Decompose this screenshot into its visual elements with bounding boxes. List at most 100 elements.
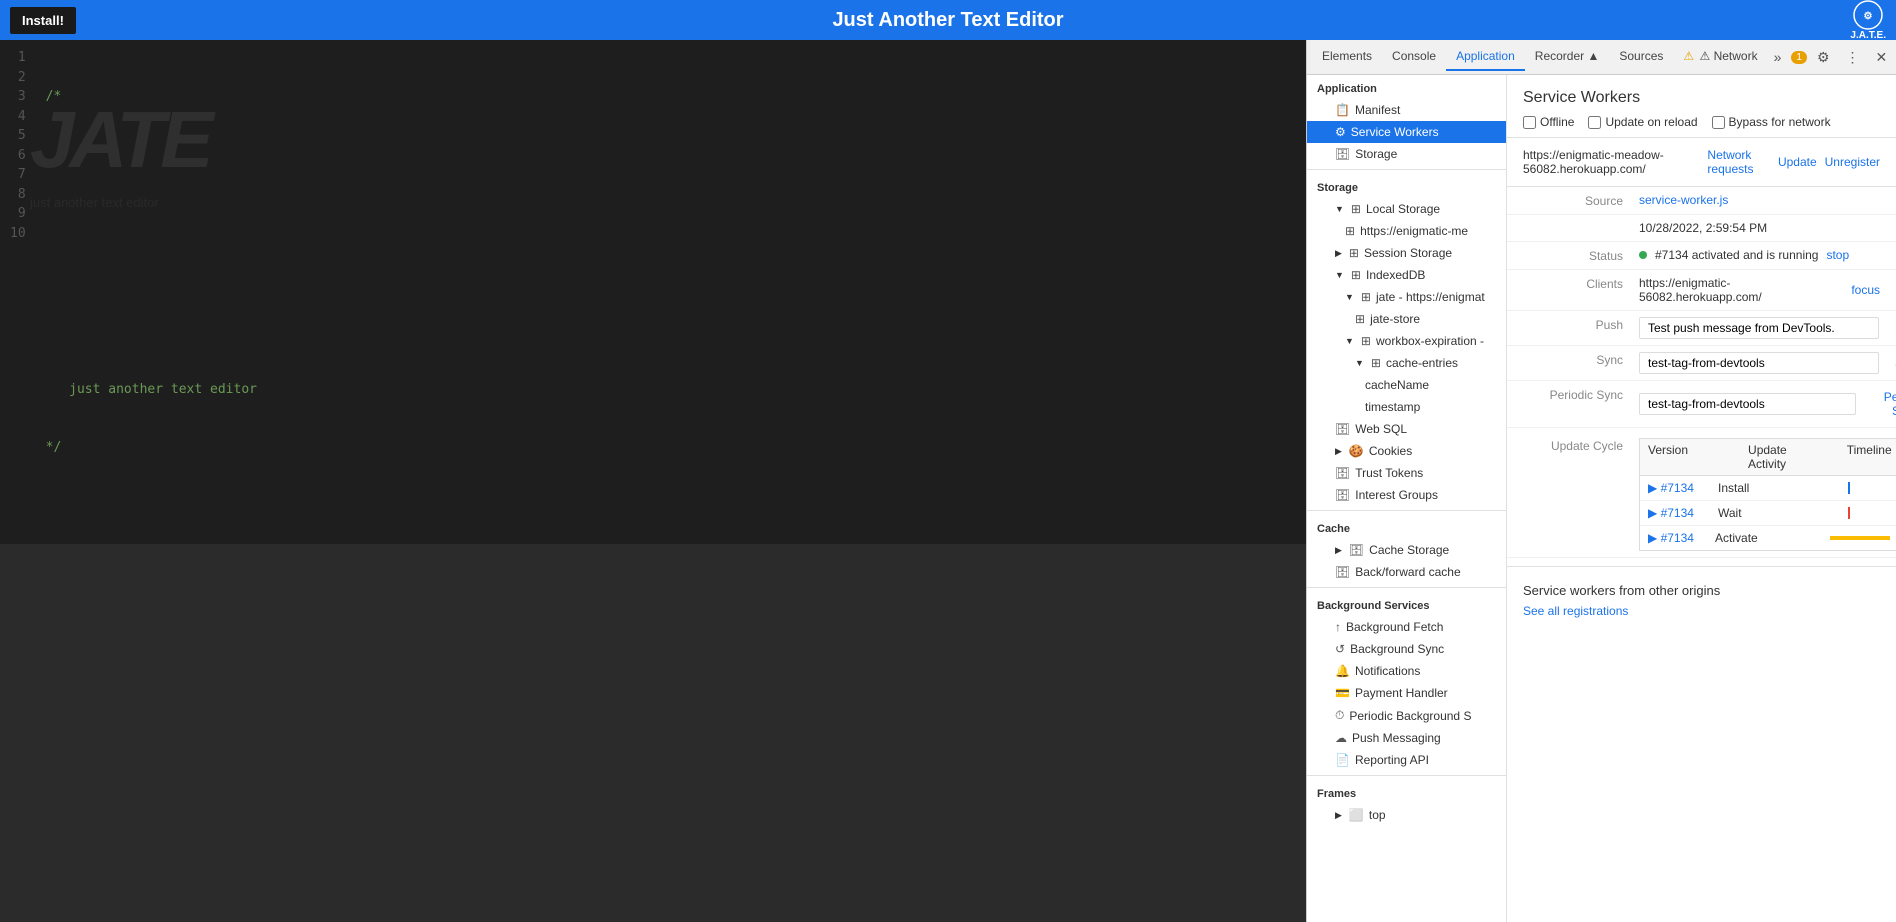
- uc-activity-install: Install: [1718, 481, 1838, 495]
- sidebar-item-jate[interactable]: ▼ ⊞ jate - https://enigmat: [1307, 286, 1506, 308]
- sidebar-item-local-storage[interactable]: ▼ ⊞ Local Storage: [1307, 198, 1506, 220]
- settings-button[interactable]: ⚙: [1811, 45, 1836, 70]
- manifest-icon: 📋: [1335, 103, 1350, 117]
- sidebar-item-payment-handler[interactable]: 💳 Payment Handler: [1307, 682, 1506, 704]
- sidebar-item-manifest[interactable]: 📋 Manifest: [1307, 99, 1506, 121]
- update-on-reload-checkbox[interactable]: [1588, 116, 1601, 129]
- unregister-link[interactable]: Unregister: [1825, 155, 1880, 169]
- sidebar-item-trust-tokens[interactable]: 🗄 Trust Tokens: [1307, 462, 1506, 484]
- sidebar-item-cache-entries[interactable]: ▼ ⊞ cache-entries: [1307, 352, 1506, 374]
- update-cycle-row: Update Cycle Version Update Activity Tim…: [1507, 428, 1896, 558]
- stop-link[interactable]: stop: [1826, 248, 1849, 262]
- line-numbers: 12345 678910: [0, 40, 36, 544]
- sidebar-item-periodic-bg[interactable]: ⏱ Periodic Background S: [1307, 704, 1506, 727]
- sidebar-item-top[interactable]: ▶ ⬜ top: [1307, 804, 1506, 826]
- sidebar-item-session-storage[interactable]: ▶ ⊞ Session Storage: [1307, 242, 1506, 264]
- network-requests-link[interactable]: Network requests: [1707, 148, 1770, 176]
- uc-col-timeline: Timeline: [1847, 443, 1892, 471]
- timeline-bar-activate: [1830, 536, 1890, 540]
- status-row: Status #7134 activated and is running st…: [1507, 242, 1896, 270]
- offline-checkbox[interactable]: [1523, 116, 1536, 129]
- uc-header: Version Update Activity Timeline: [1640, 439, 1896, 476]
- focus-link[interactable]: focus: [1851, 283, 1880, 297]
- tab-sources[interactable]: Sources: [1609, 43, 1673, 71]
- devtools-panel: Elements Console Application Recorder ▲ …: [1306, 40, 1896, 922]
- application-section-label: Application: [1307, 75, 1506, 99]
- trust-tokens-icon: 🗄: [1335, 466, 1350, 480]
- sidebar-item-bg-sync[interactable]: ↺ Background Sync: [1307, 638, 1506, 660]
- periodic-sync-button[interactable]: Periodic Sync: [1864, 387, 1896, 421]
- bypass-network-checkbox[interactable]: [1712, 116, 1725, 129]
- uc-version-activate[interactable]: ▶ #7134: [1648, 531, 1715, 545]
- jate-logo-icon: ⚙: [1853, 0, 1883, 30]
- sidebar-item-websql[interactable]: 🗄 Web SQL: [1307, 418, 1506, 440]
- sidebar-item-storage[interactable]: 🗄 Storage: [1307, 143, 1506, 165]
- sync-input[interactable]: [1639, 352, 1879, 374]
- source-file-link[interactable]: service-worker.js: [1639, 193, 1728, 207]
- uc-activity-activate: Activate: [1715, 531, 1830, 545]
- status-label: Status: [1523, 248, 1623, 263]
- tab-elements[interactable]: Elements: [1312, 43, 1382, 71]
- triangle-icon-8: ▶: [1335, 545, 1342, 556]
- backforward-icon: 🗄: [1335, 565, 1350, 579]
- sidebar-item-cookies[interactable]: ▶ 🍪 Cookies: [1307, 440, 1506, 462]
- uc-version-install[interactable]: ▶ #7134: [1648, 481, 1718, 495]
- tab-console[interactable]: Console: [1382, 43, 1446, 71]
- more-options-button[interactable]: ⋮: [1840, 45, 1866, 70]
- tab-recorder[interactable]: Recorder ▲: [1525, 43, 1610, 71]
- editor[interactable]: 12345 678910 /* just another text editor…: [0, 40, 1306, 544]
- see-all-registrations-link[interactable]: See all registrations: [1523, 604, 1628, 618]
- sidebar-item-bg-fetch[interactable]: ↑ Background Fetch: [1307, 616, 1506, 638]
- sidebar-item-cachename[interactable]: cacheName: [1307, 374, 1506, 396]
- periodic-sync-input[interactable]: [1639, 393, 1856, 415]
- divider-1: [1307, 169, 1506, 170]
- install-button[interactable]: Install!: [10, 7, 76, 34]
- sidebar-item-workbox[interactable]: ▼ ⊞ workbox-expiration -: [1307, 330, 1506, 352]
- periodic-sync-row: Periodic Sync Periodic Sync: [1507, 381, 1896, 428]
- sidebar-item-jate-store[interactable]: ⊞ jate-store: [1307, 308, 1506, 330]
- clients-value: https://enigmatic-56082.herokuapp.com/ f…: [1639, 276, 1880, 304]
- sync-label: Sync: [1523, 352, 1623, 367]
- local-storage-icon: ⊞: [1351, 202, 1361, 216]
- error-badge: 1: [1791, 51, 1807, 64]
- sidebar-item-interest-groups[interactable]: 🗄 Interest Groups: [1307, 484, 1506, 506]
- divider-4: [1307, 775, 1506, 776]
- cache-section-label: Cache: [1307, 515, 1506, 539]
- storage-icon: 🗄: [1335, 147, 1350, 161]
- tab-application[interactable]: Application: [1446, 43, 1525, 71]
- sidebar-item-local-storage-child[interactable]: ⊞ https://enigmatic-me: [1307, 220, 1506, 242]
- update-on-reload-label[interactable]: Update on reload: [1588, 115, 1697, 129]
- editor-content[interactable]: /* just another text editor */: [36, 40, 1306, 544]
- push-button[interactable]: Push: [1887, 318, 1896, 338]
- other-origins: Service workers from other origins See a…: [1507, 566, 1896, 634]
- sidebar-item-cache-storage[interactable]: ▶ 🗄 Cache Storage: [1307, 539, 1506, 561]
- divider-3: [1307, 587, 1506, 588]
- main-panel: Service Workers Offline Update on reload: [1507, 75, 1896, 922]
- sidebar-item-reporting-api[interactable]: 📄 Reporting API: [1307, 749, 1506, 771]
- websql-icon: 🗄: [1335, 422, 1350, 436]
- uc-version-wait[interactable]: ▶ #7134: [1648, 506, 1718, 520]
- sidebar-item-notifications[interactable]: 🔔 Notifications: [1307, 660, 1506, 682]
- received-value: 10/28/2022, 2:59:54 PM: [1639, 221, 1880, 235]
- triangle-icon-7: ▶: [1335, 446, 1342, 457]
- sidebar-item-timestamp[interactable]: timestamp: [1307, 396, 1506, 418]
- sync-button[interactable]: Sync: [1887, 353, 1896, 373]
- sidebar-item-backforward[interactable]: 🗄 Back/forward cache: [1307, 561, 1506, 583]
- tab-network[interactable]: ⚠ ⚠ Network: [1673, 43, 1767, 71]
- sidebar-item-indexeddb[interactable]: ▼ ⊞ IndexedDB: [1307, 264, 1506, 286]
- offline-checkbox-label[interactable]: Offline: [1523, 115, 1574, 129]
- sidebar-item-service-workers[interactable]: ⚙ Service Workers: [1307, 121, 1506, 143]
- close-devtools-button[interactable]: ✕: [1870, 45, 1894, 70]
- update-link[interactable]: Update: [1778, 155, 1817, 169]
- sidebar-item-push-messaging[interactable]: ☁ Push Messaging: [1307, 727, 1506, 749]
- uc-timeline-install: [1838, 482, 1890, 494]
- more-tabs-button[interactable]: »: [1768, 45, 1788, 69]
- session-storage-icon: ⊞: [1349, 246, 1359, 260]
- local-storage-child-icon: ⊞: [1345, 224, 1355, 238]
- other-origins-title: Service workers from other origins: [1523, 583, 1880, 598]
- clients-row: Clients https://enigmatic-56082.herokuap…: [1507, 270, 1896, 311]
- bypass-network-label[interactable]: Bypass for network: [1712, 115, 1831, 129]
- jate-store-icon: ⊞: [1355, 312, 1365, 326]
- top-bar: Install! Just Another Text Editor ⚙ J.A.…: [0, 0, 1896, 40]
- push-input[interactable]: [1639, 317, 1879, 339]
